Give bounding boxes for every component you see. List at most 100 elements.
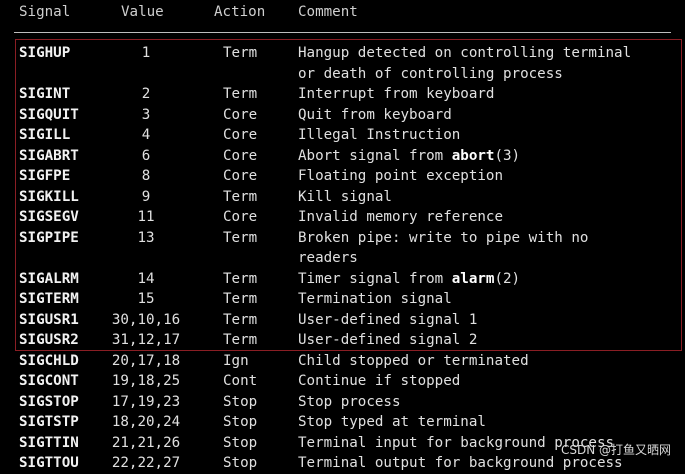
signal-comment: User-defined signal 2 [298, 330, 477, 351]
comment-text: Timer signal from [298, 270, 452, 287]
comment-text: Abort signal from [298, 147, 452, 164]
signal-value: 4 [141, 127, 151, 143]
signal-name: SIGINT [19, 86, 71, 102]
signal-value: 11 [137, 209, 155, 225]
comment-line: Interrupt from keyboard [298, 86, 495, 102]
comment-text: (3) [494, 147, 521, 164]
signal-action: Core [223, 209, 258, 225]
signal-name: SIGABRT [19, 147, 79, 164]
signal-name: SIGTSTP [19, 414, 79, 430]
signal-action: Stop [223, 414, 258, 430]
terminal-screen: Signal Value Action Comment SIGHUP 1 Term H… [0, 0, 685, 471]
signal-action: Term [223, 188, 258, 205]
comment-man-ref: alarm [451, 270, 495, 287]
signal-comment: Stop typed at terminal [298, 412, 486, 433]
signal-name: SIGUSR1 [19, 311, 79, 328]
signal-comment: Quit from keyboard [298, 105, 452, 126]
signal-value: 3 [141, 106, 151, 123]
signal-value: 20,17,18 [111, 352, 181, 369]
signal-comment: Continue if stopped [298, 371, 460, 392]
signal-action: Term [223, 229, 258, 246]
signal-action: Core [223, 127, 258, 143]
comment-line: Quit from keyboard [298, 106, 452, 123]
signal-comment: Illegal Instruction [298, 125, 460, 146]
watermark: CSDN @打鱼又晒网 [560, 443, 671, 457]
signal-name: SIGTTOU [19, 455, 79, 471]
comment-text: (2) [494, 270, 521, 287]
signal-comment: Invalid memory reference [298, 207, 503, 228]
signal-name: SIGSEGV [19, 209, 79, 225]
comment-line: or death of controlling process [298, 65, 563, 82]
signal-name: SIGPIPE [19, 229, 79, 246]
comment-line: User-defined signal 1 [298, 311, 478, 328]
comment-line: Invalid memory reference [298, 209, 503, 225]
signal-action: Term [223, 291, 258, 307]
signal-action: Term [223, 332, 258, 348]
comment-line: Stop typed at terminal [298, 414, 486, 430]
comment-man-ref: abort [451, 147, 495, 164]
signal-comment: Interrupt from keyboard [298, 84, 494, 105]
signal-action: Stop [223, 434, 258, 451]
comment-line: Child stopped or terminated [298, 352, 529, 369]
signal-value: 9 [141, 188, 151, 205]
signal-name: SIGTTIN [19, 434, 79, 451]
comment-line: Hangup detected on controlling terminal [298, 45, 632, 61]
comment-line: Floating point exception [298, 168, 503, 184]
signal-comment: Stop process [298, 392, 401, 413]
signal-comment: Abort signal from abort(3) [298, 146, 520, 167]
signal-name: SIGSTOP [19, 393, 79, 410]
signal-name: SIGUSR2 [19, 332, 79, 348]
signal-comment: Child stopped or terminated [298, 351, 529, 372]
signal-name: SIGQUIT [19, 106, 79, 123]
signal-action: Term [223, 45, 258, 61]
comment-line: Broken pipe: write to pipe with no [298, 229, 589, 246]
signal-comment: Floating point exception [298, 166, 503, 187]
signal-value: 1 [141, 45, 151, 61]
signal-action: Ign [223, 352, 249, 369]
signal-value: 30,10,16 [111, 311, 181, 328]
signal-comment: Broken pipe: write to pipe with no reader… [298, 228, 588, 269]
signal-name: SIGTERM [19, 291, 79, 307]
signal-name: SIGCHLD [19, 352, 79, 369]
comment-line: Kill signal [298, 188, 392, 205]
signal-comment: Termination signal [298, 289, 452, 310]
signal-comment: Kill signal [298, 187, 392, 208]
signal-comment: Timer signal from alarm(2) [298, 269, 520, 290]
signal-value: 2 [141, 86, 151, 102]
signal-value: 31,12,17 [111, 332, 181, 348]
signal-action: Term [223, 270, 258, 287]
signal-value: 8 [141, 168, 151, 184]
signal-name: SIGHUP [19, 45, 71, 61]
signal-name: SIGILL [19, 127, 71, 143]
signal-name: SIGKILL [19, 188, 79, 205]
signal-value: 15 [137, 291, 155, 307]
signal-value: 17,19,23 [111, 393, 181, 410]
signal-action: Term [223, 311, 258, 328]
signal-action: Core [223, 168, 258, 184]
signal-value: 19,18,25 [111, 373, 181, 389]
signal-name: SIGALRM [19, 270, 79, 287]
signal-value: 13 [137, 229, 155, 246]
comment-line: Termination signal [298, 291, 452, 307]
signal-action: Cont [223, 373, 258, 389]
comment-line: Continue if stopped [298, 373, 461, 389]
signal-value: 6 [141, 147, 151, 164]
signal-action: Core [223, 106, 258, 123]
comment-line: Illegal Instruction [298, 127, 461, 143]
comment-line: Stop process [298, 393, 401, 410]
signal-name: SIGFPE [19, 168, 71, 184]
signal-action: Core [223, 147, 258, 164]
signal-value: 14 [137, 270, 155, 287]
signal-action: Stop [223, 455, 258, 471]
signal-name: SIGCONT [19, 373, 79, 389]
signal-comment: User-defined signal 1 [298, 310, 477, 331]
signal-table: SIGHUP 1 Term Hangup detected on controllin… [0, 0, 685, 471]
signal-value: 21,21,26 [111, 434, 181, 451]
signal-action: Stop [223, 393, 258, 410]
signal-action: Term [223, 86, 258, 102]
signal-value: 18,20,24 [111, 414, 181, 430]
comment-line: User-defined signal 2 [298, 332, 478, 348]
comment-line: readers [298, 250, 358, 266]
signal-comment: Hangup detected on controlling terminal o… [298, 43, 631, 84]
signal-value: 22,22,27 [111, 455, 181, 471]
